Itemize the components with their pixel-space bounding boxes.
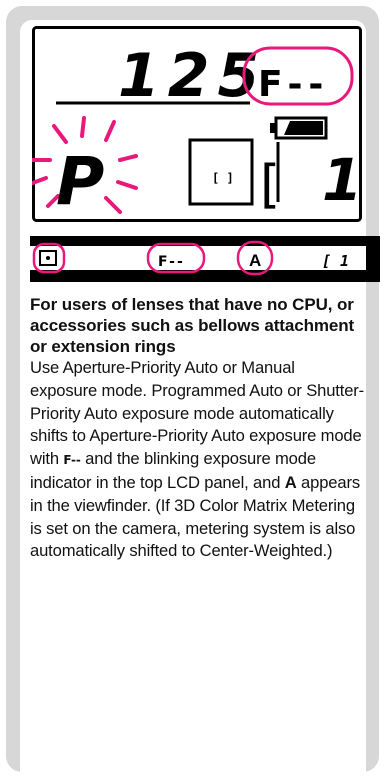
lcd-area-indicator: [ ]	[212, 171, 234, 185]
lcd-frame-counter: 1	[322, 146, 362, 214]
battery-icon	[270, 116, 328, 140]
viewfinder-bracket-counter: [ 1	[322, 252, 349, 270]
viewfinder-aperture-value: F--	[158, 254, 185, 270]
inline-mode-letter: A	[284, 472, 297, 492]
instruction-text: For users of lenses that have no CPU, or…	[30, 294, 366, 563]
viewfinder-display: F-- A [ 1	[30, 236, 380, 282]
lcd-aperture-value: F--	[258, 64, 329, 105]
viewfinder-mode-value: A	[249, 251, 261, 270]
section-body: Use Aperture-Priority Auto or Manual exp…	[30, 357, 366, 563]
top-lcd-panel: 125 F-- P [ ] [1	[28, 26, 362, 222]
lcd-mode-indicator: P	[56, 143, 104, 220]
inline-aperture-symbol: F--	[63, 453, 81, 468]
section-heading: For users of lenses that have no CPU, or…	[30, 295, 355, 356]
